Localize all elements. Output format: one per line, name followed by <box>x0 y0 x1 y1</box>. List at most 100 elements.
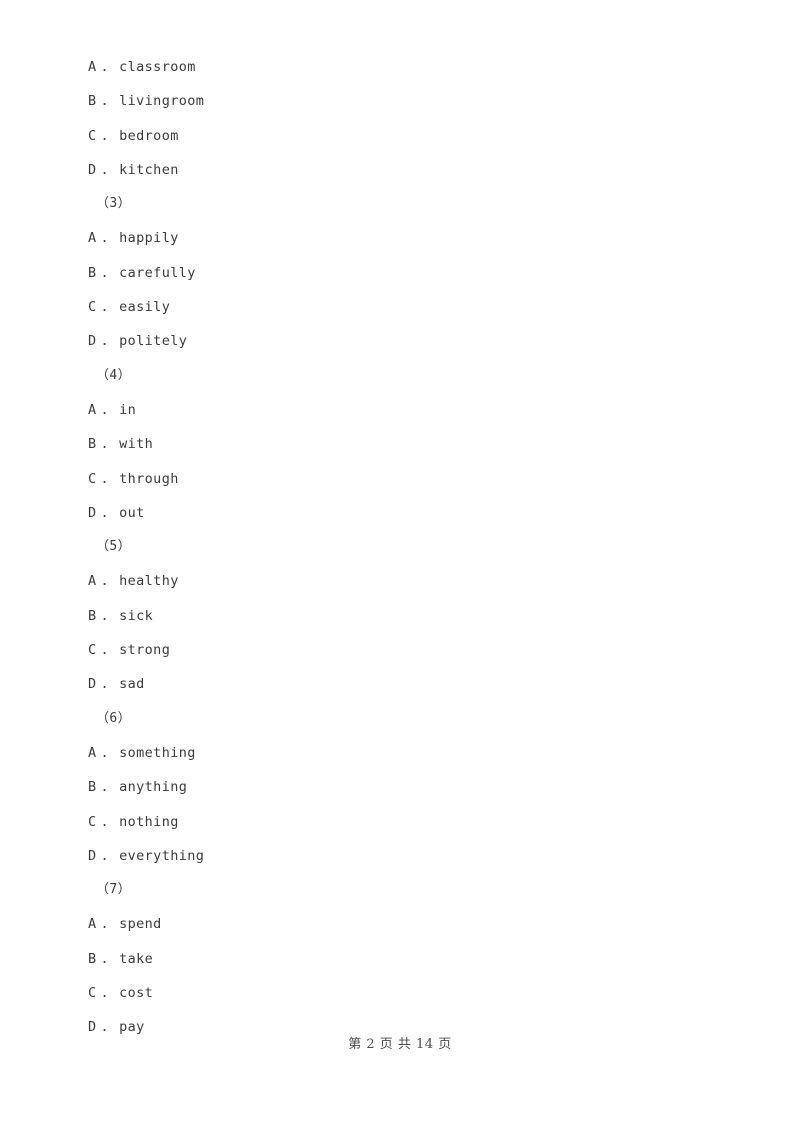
option-letter: A <box>88 916 97 933</box>
answer-option[interactable]: D. sad <box>88 667 708 701</box>
answer-option[interactable]: B. with <box>88 427 708 461</box>
option-letter: B <box>88 607 97 624</box>
option-letter: D <box>88 847 97 864</box>
option-text: take <box>119 950 154 967</box>
option-separator: . <box>100 847 110 864</box>
option-text: politely <box>119 333 188 350</box>
document-page: A. classroom B. livingroom C. bedroom D. kitche… <box>0 0 800 1132</box>
option-separator: . <box>100 230 110 247</box>
option-letter: D <box>88 161 97 178</box>
option-letter: D <box>88 504 97 521</box>
option-separator: . <box>100 985 110 1002</box>
option-text: something <box>119 744 196 761</box>
option-letter: A <box>88 230 97 247</box>
option-text: in <box>119 401 137 418</box>
option-separator: . <box>100 59 110 75</box>
option-separator: . <box>100 504 110 521</box>
option-separator: . <box>100 744 110 761</box>
option-text: livingroom <box>119 93 205 110</box>
option-separator: . <box>100 779 110 796</box>
answer-option[interactable]: C. cost <box>88 976 708 1010</box>
option-text: bedroom <box>119 127 179 144</box>
option-letter: B <box>88 779 97 796</box>
answer-option[interactable]: C. strong <box>88 633 708 667</box>
answer-option[interactable]: C. bedroom <box>88 119 708 153</box>
option-text: sick <box>119 607 154 624</box>
option-separator: . <box>100 436 110 453</box>
answer-option[interactable]: D. kitchen <box>88 153 708 187</box>
option-separator: . <box>100 333 110 350</box>
answer-option[interactable]: D. everything <box>88 839 708 873</box>
option-separator: . <box>100 950 110 967</box>
option-separator: . <box>100 813 110 830</box>
option-letter: B <box>88 436 97 453</box>
answer-option[interactable]: A. in <box>88 393 708 427</box>
option-text: sad <box>119 676 145 693</box>
question-number-marker: （6） <box>96 710 132 726</box>
option-separator: . <box>100 264 110 281</box>
option-text: healthy <box>119 573 179 590</box>
option-letter: A <box>88 59 97 75</box>
answer-option[interactable]: A. something <box>88 736 708 770</box>
question-number-marker: （7） <box>96 882 132 898</box>
option-letter: C <box>88 299 97 316</box>
answer-option[interactable]: C. through <box>88 462 708 496</box>
option-text: strong <box>119 642 171 659</box>
option-separator: . <box>100 299 110 316</box>
option-letter: B <box>88 950 97 967</box>
option-text: happily <box>119 230 179 247</box>
answer-option[interactable]: C. easily <box>88 290 708 324</box>
option-text: easily <box>119 299 171 316</box>
option-letter: C <box>88 985 97 1002</box>
option-letter: C <box>88 127 97 144</box>
answer-option[interactable]: B. take <box>88 942 708 976</box>
option-letter: B <box>88 264 97 281</box>
answer-option[interactable]: D. politely <box>88 324 708 358</box>
answer-option[interactable]: A. classroom <box>88 50 708 84</box>
option-text: kitchen <box>119 161 179 178</box>
option-separator: . <box>100 676 110 693</box>
option-separator: . <box>100 93 110 110</box>
option-letter: C <box>88 470 97 487</box>
answer-option[interactable]: B. carefully <box>88 256 708 290</box>
answer-option[interactable]: B. anything <box>88 770 708 804</box>
option-letter: D <box>88 333 97 350</box>
option-letter: B <box>88 93 97 110</box>
answer-option[interactable]: B. sick <box>88 599 708 633</box>
option-text: through <box>119 470 179 487</box>
option-letter: C <box>88 813 97 830</box>
question-options-list: A. classroom B. livingroom C. bedroom D. kitche… <box>88 50 708 1045</box>
option-letter: C <box>88 642 97 659</box>
option-text: out <box>119 504 145 521</box>
answer-option[interactable]: A. happily <box>88 221 708 255</box>
option-letter: D <box>88 676 97 693</box>
option-separator: . <box>100 916 110 933</box>
option-text: everything <box>119 847 205 864</box>
answer-option[interactable]: A. healthy <box>88 564 708 598</box>
option-letter: A <box>88 744 97 761</box>
option-separator: . <box>100 470 110 487</box>
option-separator: . <box>100 401 110 418</box>
question-number-marker: （4） <box>96 367 132 383</box>
option-letter: A <box>88 573 97 590</box>
option-separator: . <box>100 642 110 659</box>
option-text: nothing <box>119 813 179 830</box>
answer-option[interactable]: C. nothing <box>88 805 708 839</box>
option-text: cost <box>119 985 154 1002</box>
option-separator: . <box>100 161 110 178</box>
option-text: with <box>119 436 154 453</box>
option-separator: . <box>100 607 110 624</box>
option-separator: . <box>100 127 110 144</box>
option-text: spend <box>119 916 162 933</box>
question-number-marker: （5） <box>96 539 132 555</box>
page-footer: 第 2 页 共 14 页 <box>348 1037 452 1052</box>
option-text: carefully <box>119 264 196 281</box>
answer-option[interactable]: A. spend <box>88 907 708 941</box>
option-text: anything <box>119 779 188 796</box>
answer-option[interactable]: D. out <box>88 496 708 530</box>
option-letter: A <box>88 401 97 418</box>
question-number-marker: （3） <box>96 196 132 212</box>
option-text: classroom <box>119 59 196 75</box>
answer-option[interactable]: B. livingroom <box>88 84 708 118</box>
option-separator: . <box>100 573 110 590</box>
